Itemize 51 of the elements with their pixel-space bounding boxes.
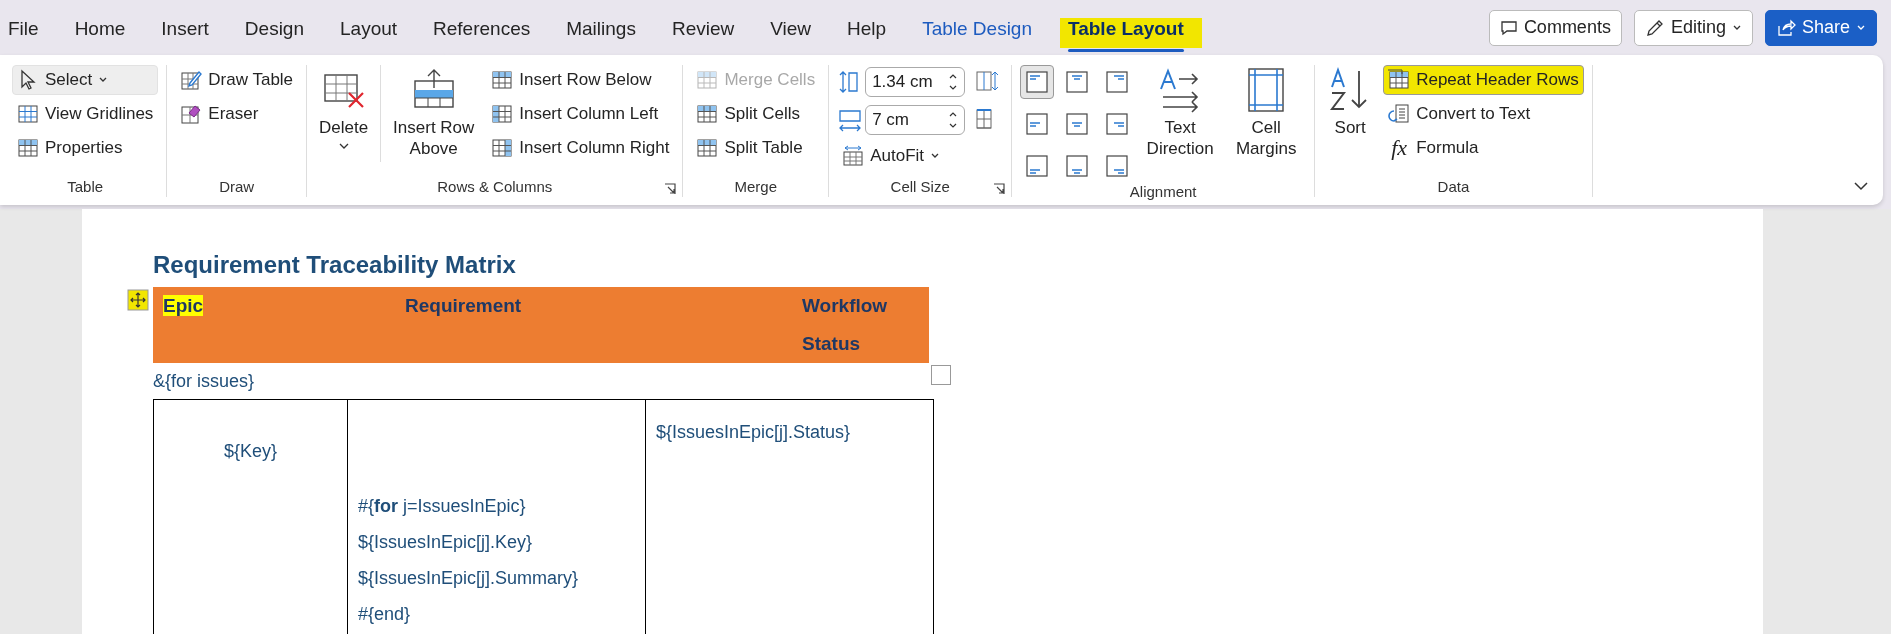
ribbon-button[interactable]: AutoFit: [837, 141, 966, 171]
ribbon-button[interactable]: Insert Column Right: [486, 133, 675, 163]
document-heading: Requirement Traceability Matrix: [153, 251, 517, 279]
group-label: Merge: [734, 177, 778, 195]
ribbon-button[interactable]: Split Cells: [691, 99, 821, 129]
ribbon-tab[interactable]: References: [415, 9, 549, 54]
ribbon-button[interactable]: View Gridlines: [12, 99, 159, 129]
formula-button[interactable]: fx Formula: [1383, 133, 1584, 163]
template-field: #{for j=IssuesInEpic}: [358, 488, 635, 524]
group-label: Table: [67, 177, 104, 195]
column-header: Requirement: [405, 295, 522, 316]
ribbon-large-button[interactable]: Sort: [1323, 65, 1378, 141]
ribbon-button[interactable]: Insert Column Left: [486, 99, 675, 129]
template-field: #{end}: [358, 596, 635, 632]
loop-directive: &{for issues}: [153, 370, 255, 392]
template-field: ${Key}: [223, 433, 278, 469]
ribbon-button[interactable]: Convert to Text: [1383, 99, 1584, 129]
ribbon-tab[interactable]: Review: [653, 9, 753, 54]
ribbon-large-button[interactable]: Delete: [315, 65, 373, 153]
comments-button[interactable]: Comments: [1488, 9, 1622, 46]
ribbon-tab[interactable]: Help: [829, 9, 905, 54]
column-header: Epic: [163, 295, 204, 316]
share-button[interactable]: Share: [1764, 9, 1877, 46]
ribbon-tab[interactable]: Layout: [322, 9, 416, 54]
ribbon-tab[interactable]: Home: [56, 9, 144, 54]
ribbon-tab[interactable]: Insert: [143, 9, 227, 54]
ribbon-tab[interactable]: View: [752, 9, 830, 54]
group-label: Cell Size: [890, 177, 950, 195]
group-label: Rows & Columns: [437, 177, 553, 195]
ribbon-button[interactable]: Repeat Header Rows: [1383, 65, 1584, 95]
ribbon-button[interactable]: Draw Table: [175, 65, 299, 95]
ribbon-button[interactable]: Split Table: [691, 133, 821, 163]
group-label: Data: [1437, 177, 1470, 195]
ribbon-tab[interactable]: File: [0, 9, 57, 54]
editing-button[interactable]: Editing: [1633, 9, 1753, 46]
ribbon-button[interactable]: Properties: [12, 133, 159, 163]
ribbon-button[interactable]: Select: [12, 65, 159, 95]
template-field: ${IssuesInEpic[j].Key}: [358, 524, 635, 560]
ribbon-tab[interactable]: Table Design: [904, 9, 1050, 54]
ribbon-tab[interactable]: Design: [226, 9, 322, 54]
ribbon-button[interactable]: Eraser: [175, 99, 299, 129]
column-header: Workflow Status: [802, 295, 888, 354]
ribbon-large-button[interactable]: Text Direction: [1140, 65, 1221, 162]
group-label: Alignment: [1129, 183, 1197, 200]
ribbon-button[interactable]: Insert Row Below: [486, 65, 675, 95]
ribbon-large-button[interactable]: Insert Row Above: [380, 65, 481, 162]
ribbon-tab[interactable]: Mailings: [548, 9, 654, 54]
ribbon-large-button[interactable]: Cell Margins: [1226, 65, 1307, 162]
template-field: ${IssuesInEpic[j].Summary}: [358, 560, 635, 596]
group-label: Draw: [219, 177, 255, 195]
template-field: ${IssuesInEpic[j].Status}: [656, 414, 923, 450]
